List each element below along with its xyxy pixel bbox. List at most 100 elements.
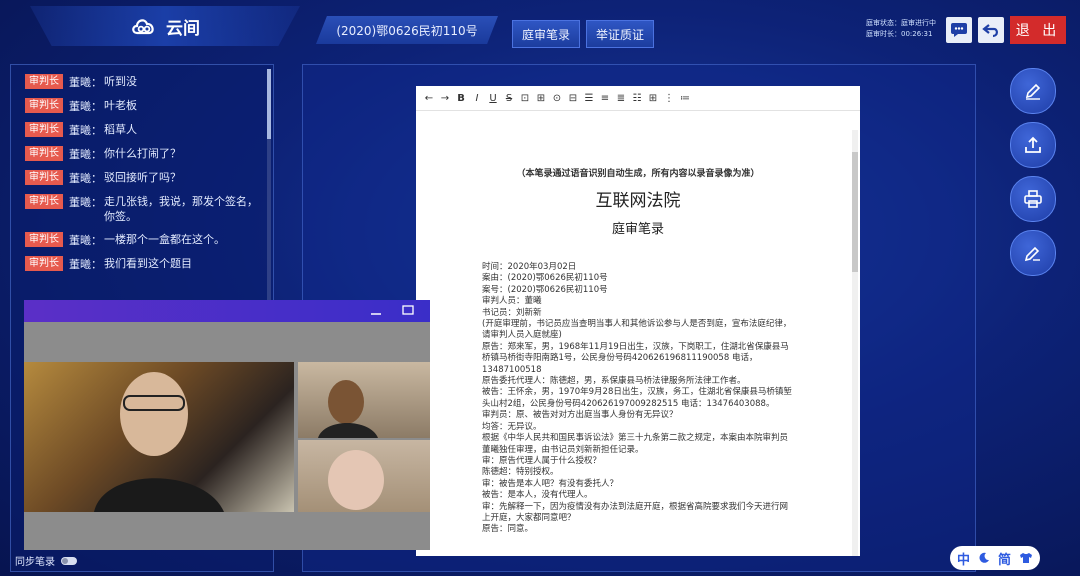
record-line: 时间：2020年03月02日 (482, 262, 577, 272)
participant-video-feed[interactable] (298, 362, 430, 438)
align-center-icon[interactable]: ≡ (600, 93, 610, 104)
exit-button[interactable]: 退 出 (1010, 16, 1066, 44)
sync-record-toggle[interactable]: 同步笔录 (15, 553, 77, 568)
speaker-name: 董曦： (69, 172, 102, 185)
chat-message: 审判长 董曦： 叶老板 (25, 98, 267, 114)
video-window-titlebar[interactable] (24, 300, 430, 322)
message-text: 你什么打闹了？ (104, 147, 181, 160)
align-left-icon[interactable]: ☰ (584, 93, 594, 104)
chat-message: 审判长 董曦： 你什么打闹了？ (25, 146, 267, 162)
edit-button[interactable] (1010, 68, 1056, 114)
trial-duration-line: 庭审时长：00:26:31 (866, 30, 933, 38)
sign-icon (1024, 246, 1040, 262)
tab-trial-record[interactable]: 庭审笔录 (512, 20, 580, 48)
chat-scrollbar[interactable] (267, 69, 271, 339)
chat-icon (951, 23, 967, 37)
bullet-list-icon[interactable]: ≔ (680, 93, 690, 104)
main-video-feed[interactable] (24, 362, 294, 512)
align-right-icon[interactable]: ≣ (616, 93, 626, 104)
editor-toolbar: ← → B I U S ⊡ ⊞ ⊙ ⊟ ☰ ≡ ≣ ☷ ⊞ ⋮ ≔ (416, 86, 860, 111)
role-badge: 审判长 (25, 74, 63, 89)
record-line: 书记员：刘新新 (482, 307, 542, 318)
insert-icon[interactable]: ⊞ (648, 93, 658, 104)
speaker-name: 董曦： (69, 124, 102, 137)
message-text: 我们看到这个题目 (104, 257, 192, 270)
trial-record-document[interactable]: ← → B I U S ⊡ ⊞ ⊙ ⊟ ☰ ≡ ≣ ☷ ⊞ ⋮ ≔ （本笔录通过… (416, 86, 860, 556)
role-badge: 审判长 (25, 232, 63, 247)
underline-icon[interactable]: U (488, 93, 498, 104)
video-call-window[interactable] (24, 300, 430, 550)
input-method-switch[interactable]: 中 简 (950, 546, 1040, 570)
sign-button[interactable] (1010, 230, 1056, 276)
print-button[interactable] (1010, 176, 1056, 222)
person-silhouette-icon (328, 450, 384, 510)
minimize-icon[interactable] (370, 306, 382, 316)
chat-message: 审判长 董曦： 稻草人 (25, 122, 267, 138)
record-line: 原告：同意。 (482, 524, 534, 535)
case-number-tab[interactable]: (2020)鄂0626民初110号 (316, 16, 498, 44)
strikethrough-icon[interactable]: S (504, 93, 514, 104)
chat-message-list[interactable]: 审判长 董曦： 听到没 审判长 董曦： 叶老板 审判长 董曦： 稻草人 审判长 … (19, 69, 267, 305)
scroll-thumb[interactable] (852, 152, 858, 272)
grid-icon[interactable]: ⊟ (568, 93, 578, 104)
chat-button[interactable] (946, 17, 972, 43)
printer-icon (1024, 190, 1042, 208)
record-line: 审：先解释一下，因为疫情没有办法到法庭开庭，根据省高院要求我们今天进行网上开庭，… (482, 501, 789, 523)
speaker-name: 董曦： (69, 100, 102, 113)
record-line: 原告：郑来军，男，1968年11月19日出生，汉族，下岗职工，住湖北省保康县马桥… (482, 341, 789, 375)
lang-simplified-label[interactable]: 简 (998, 549, 1011, 568)
role-badge: 审判长 (25, 194, 63, 209)
message-text: 稻草人 (104, 123, 137, 136)
lang-chinese-label[interactable]: 中 (957, 549, 970, 568)
document-body[interactable]: 时间：2020年03月02日 案由：(2020)鄂0626民初110号 案号：(… (482, 262, 794, 536)
app-logo: 云间 (30, 6, 300, 46)
document-note: （本笔录通过语音识别自动生成，所有内容以录音录像为准） (516, 169, 760, 179)
record-line: 均答：无异议。 (482, 421, 542, 432)
speaker-name: 董曦： (69, 148, 102, 161)
participant-video-feed[interactable] (298, 440, 430, 512)
chat-message: 审判长 董曦： 我们看到这个题目 (25, 256, 267, 272)
tab-evidence[interactable]: 举证质证 (586, 20, 654, 48)
upload-button[interactable] (1010, 122, 1056, 168)
record-line: 案由：(2020)鄂0626民初110号 (482, 273, 608, 284)
image-icon[interactable]: ⊙ (552, 93, 562, 104)
table-icon[interactable]: ⊞ (536, 93, 546, 104)
record-line: 审判员：原、被告对对方出庭当事人身份有无异议？ (482, 410, 678, 421)
speaker-name: 董曦： (69, 234, 102, 247)
pen-icon (1025, 83, 1041, 100)
trial-status-line: 庭审状态：庭审进行中 (866, 19, 936, 27)
record-line: 根据《中华人民共和国民事诉讼法》第三十九条第二款之规定，本案由本院审判员董曦独任… (482, 433, 789, 455)
chat-message: 审判长 董曦： 驳回接听了吗？ (25, 170, 267, 186)
back-button[interactable] (978, 17, 1004, 43)
back-arrow-icon (982, 24, 998, 38)
record-line: 原告委托代理人：陈德超，男，系保康县马桥法律服务所法律工作者。 (482, 376, 746, 387)
moon-icon (979, 552, 989, 563)
top-bar: 云间 (2020)鄂0626民初110号 庭审笔录 举证质证 庭审状态：庭审进行… (0, 0, 1080, 60)
italic-icon[interactable]: I (472, 93, 482, 104)
role-badge: 审判长 (25, 146, 63, 161)
record-line: (开庭审理前，书记员应当查明当事人和其他诉讼参与人是否到庭，宣布法庭纪律，请审判… (482, 319, 792, 341)
undo-icon[interactable]: ← (424, 93, 434, 104)
record-line: 案号：(2020)鄂0626民初110号 (482, 284, 608, 295)
speaker-name: 董曦： (69, 76, 102, 89)
chat-message: 审判长 董曦： 一楼那个一盒都在这个。 (25, 232, 267, 248)
bold-icon[interactable]: B (456, 93, 466, 104)
maximize-icon[interactable] (402, 305, 414, 315)
message-text: 听到没 (104, 75, 137, 88)
justify-icon[interactable]: ☷ (632, 93, 642, 104)
role-badge: 审判长 (25, 98, 63, 113)
scroll-thumb[interactable] (267, 69, 271, 139)
cloud-logo-icon (132, 19, 154, 35)
redo-icon[interactable]: → (440, 93, 450, 104)
message-text: 一楼那个一盒都在这个。 (104, 233, 225, 246)
ordered-list-icon[interactable]: ⋮ (664, 93, 674, 104)
app-name: 云间 (166, 18, 200, 39)
person-silhouette-icon (318, 380, 378, 438)
speaker-name: 董曦： (69, 196, 102, 209)
toggle-switch[interactable] (61, 556, 77, 565)
court-name: 互联网法院 (595, 191, 681, 211)
document-scrollbar[interactable] (852, 130, 858, 556)
document-heading: 庭审笔录 (611, 222, 664, 237)
record-line: 审判人员：董曦 (482, 296, 542, 307)
text-box-icon[interactable]: ⊡ (520, 93, 530, 104)
